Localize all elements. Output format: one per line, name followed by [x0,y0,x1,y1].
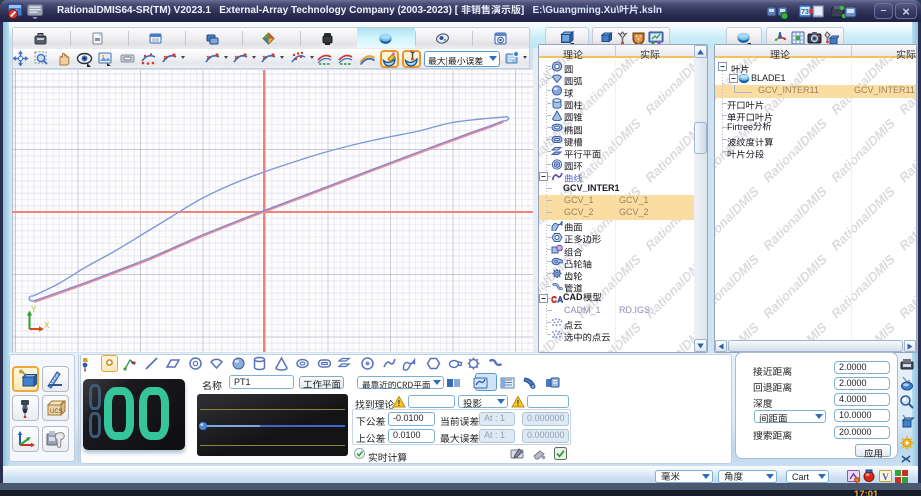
svg-text:!: ! [398,399,401,408]
svg-text:!: ! [517,399,520,408]
svg-text:CAD: CAD [551,295,563,305]
svg-text:Y: Y [31,305,37,314]
svg-text:73: 73 [801,9,809,16]
svg-text:V: V [882,472,889,482]
svg-text:X: X [44,321,50,330]
svg-text:UCS: UCS [50,409,63,415]
